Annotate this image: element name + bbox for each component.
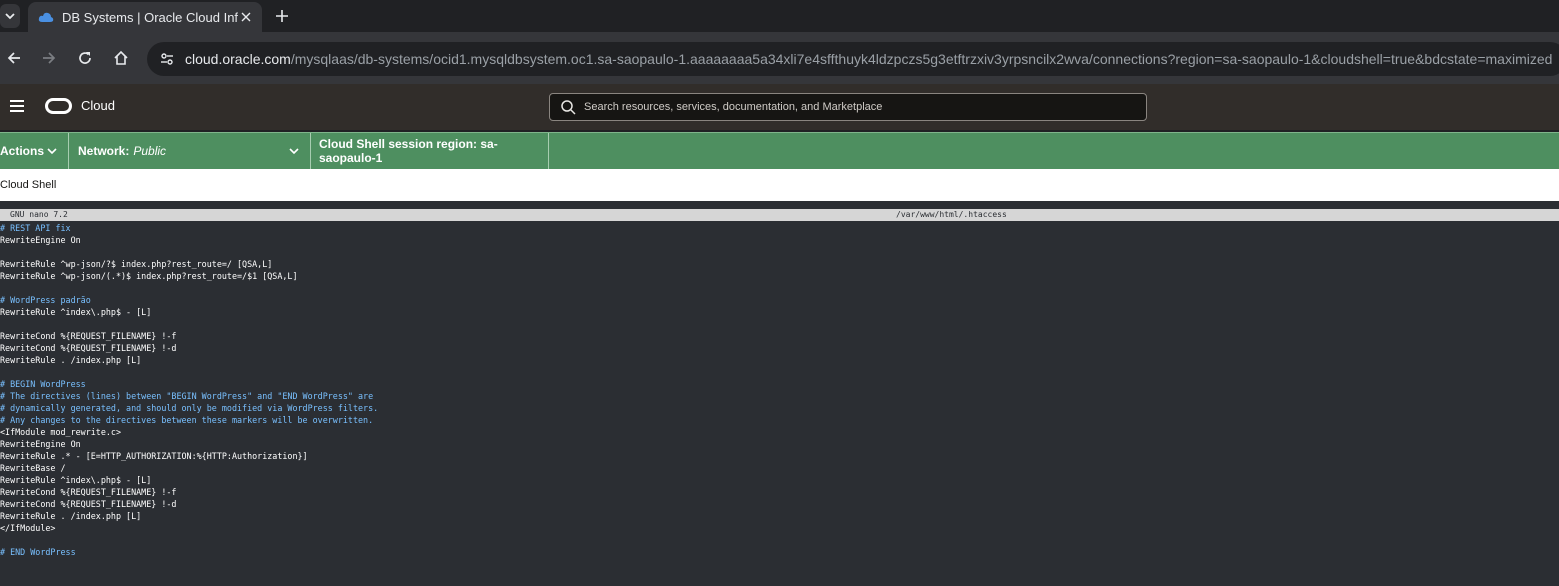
close-tab-icon[interactable]	[238, 9, 254, 25]
file-line: # The directives (lines) between "BEGIN …	[0, 391, 374, 401]
oracle-cloud-favicon-icon	[38, 12, 54, 22]
file-line: # BEGIN WordPress	[0, 379, 86, 389]
search-icon	[561, 100, 576, 115]
file-line: RewriteBase /	[0, 463, 66, 473]
home-button[interactable]	[109, 46, 133, 70]
file-line: RewriteCond %{REQUEST_FILENAME} !-d	[0, 343, 177, 353]
file-line: RewriteEngine On	[0, 439, 81, 449]
nano-filename: /var/www/html/.htaccess	[896, 210, 1007, 219]
tab-search-button[interactable]	[0, 4, 20, 28]
oracle-logo[interactable]	[45, 98, 72, 114]
nano-version: GNU nano 7.2	[10, 210, 68, 219]
search-box[interactable]	[549, 93, 1147, 121]
arrow-right-icon	[43, 52, 56, 64]
file-line: RewriteRule ^wp-json/(.*)$ index.php?res…	[0, 271, 298, 281]
file-line: RewriteCond %{REQUEST_FILENAME} !-f	[0, 331, 177, 341]
cloud-shell-title: Cloud Shell	[0, 179, 57, 191]
browser-toolbar: cloud.oracle.com/mysqlaas/db-systems/oci…	[0, 32, 1559, 84]
network-label: Network:	[78, 144, 130, 158]
file-line: RewriteRule ^wp-json/?$ index.php?rest_r…	[0, 259, 273, 269]
file-line: </IfModule>	[0, 523, 56, 533]
url-path: /mysqlaas/db-systems/ocid1.mysqldbsystem…	[290, 51, 1553, 67]
nano-title-bar: GNU nano 7.2 /var/www/html/.htaccess	[0, 209, 1559, 221]
file-line	[0, 246, 378, 258]
file-content[interactable]: # REST API fix RewriteEngine On RewriteRul…	[0, 222, 378, 558]
chevron-down-icon	[5, 13, 15, 20]
network-value: Public	[133, 144, 167, 158]
tab-title: DB Systems | Oracle Cloud Infra	[62, 9, 238, 25]
new-tab-button[interactable]	[272, 6, 292, 26]
file-line: # REST API fix	[0, 223, 71, 233]
actions-dropdown[interactable]: Actions	[0, 133, 69, 169]
cloud-shell-title-bar: Cloud Shell	[0, 169, 1559, 201]
chevron-down-icon	[47, 148, 57, 155]
browser-tab-strip: DB Systems | Oracle Cloud Infra	[0, 0, 1559, 32]
browser-tab[interactable]: DB Systems | Oracle Cloud Infra	[28, 2, 262, 32]
url-host: cloud.oracle.com	[185, 51, 291, 67]
file-line: RewriteRule ^index\.php$ - [L]	[0, 475, 152, 485]
home-icon	[114, 50, 128, 65]
file-line: RewriteRule . /index.php [L]	[0, 355, 142, 365]
file-line: RewriteCond %{REQUEST_FILENAME} !-f	[0, 487, 177, 497]
forward-button[interactable]	[37, 46, 61, 70]
cloud-shell-toolbar: Actions Network: Public Cloud Shell sess…	[0, 132, 1559, 169]
back-button[interactable]	[2, 46, 26, 70]
address-bar[interactable]: cloud.oracle.com/mysqlaas/db-systems/oci…	[147, 42, 1559, 76]
terminal[interactable]: GNU nano 7.2 /var/www/html/.htaccess # R…	[0, 201, 1559, 586]
file-line: # END WordPress	[0, 547, 76, 557]
search-input[interactable]	[584, 101, 1144, 113]
brand-label: Cloud	[81, 98, 115, 113]
file-line: # Any changes to the directives between …	[0, 415, 374, 425]
file-line: RewriteRule ^index\.php$ - [L]	[0, 307, 152, 317]
reload-button[interactable]	[73, 46, 97, 70]
actions-label: Actions	[0, 144, 45, 158]
session-region-label: Cloud Shell session region: sa-saopaulo-…	[319, 137, 498, 165]
file-line	[0, 366, 378, 378]
session-region: Cloud Shell session region: sa-saopaulo-…	[311, 133, 549, 169]
chevron-down-icon	[289, 148, 299, 155]
site-info-icon[interactable]	[157, 49, 177, 69]
url-text: cloud.oracle.com/mysqlaas/db-systems/oci…	[185, 51, 1552, 67]
file-line	[0, 318, 378, 330]
file-line: # dynamically generated, and should only…	[0, 403, 379, 413]
menu-icon[interactable]	[10, 100, 24, 112]
file-line: RewriteCond %{REQUEST_FILENAME} !-d	[0, 499, 177, 509]
file-line: RewriteRule . /index.php [L]	[0, 511, 142, 521]
network-dropdown[interactable]: Network: Public	[69, 133, 311, 169]
file-line	[0, 282, 378, 294]
arrow-left-icon	[7, 52, 20, 64]
plus-icon	[276, 10, 288, 22]
file-line: # WordPress padrão	[0, 295, 91, 305]
file-line: <IfModule mod_rewrite.c>	[0, 427, 122, 437]
reload-icon	[79, 52, 91, 64]
file-line: RewriteRule .* - [E=HTTP_AUTHORIZATION:%…	[0, 451, 308, 461]
file-line: RewriteEngine On	[0, 235, 81, 245]
oci-header: Cloud	[0, 84, 1559, 130]
file-line	[0, 534, 378, 546]
